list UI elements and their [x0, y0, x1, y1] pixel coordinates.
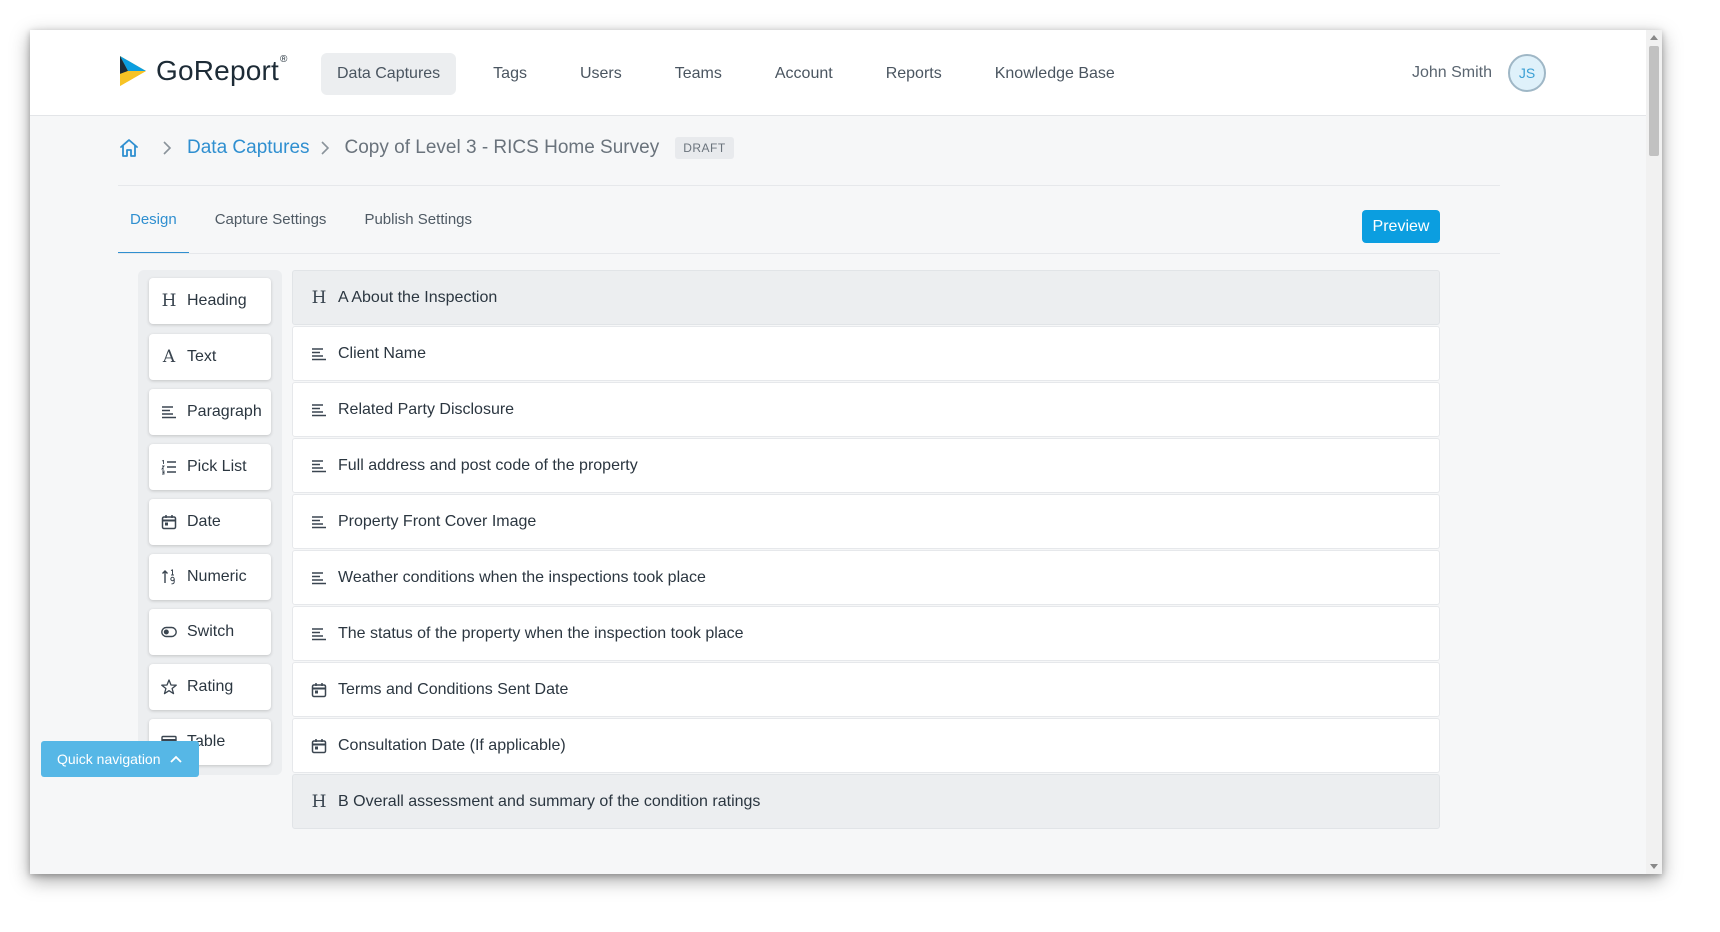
nav-tags[interactable]: Tags	[477, 53, 543, 95]
status-badge: DRAFT	[675, 137, 734, 159]
field-label: Property Front Cover Image	[338, 512, 537, 530]
main-nav: Data Captures Tags Users Teams Account R…	[321, 53, 1152, 95]
field-row[interactable]: Consultation Date (If applicable)	[292, 718, 1440, 773]
divider	[118, 253, 1500, 254]
palette-pick-list[interactable]: Pick List	[149, 444, 271, 490]
nav-reports[interactable]: Reports	[870, 53, 958, 95]
tab-publish-settings[interactable]: Publish Settings	[352, 198, 484, 254]
palette-label: Paragraph	[187, 403, 262, 420]
page-scrollbar[interactable]	[1646, 30, 1662, 874]
home-icon[interactable]	[118, 137, 140, 159]
nav-teams[interactable]: Teams	[659, 53, 738, 95]
scroll-thumb[interactable]	[1649, 46, 1659, 156]
field-label: Related Party Disclosure	[338, 400, 515, 418]
scroll-down-arrow-icon[interactable]	[1650, 864, 1658, 869]
paragraph-icon	[312, 627, 326, 640]
user-menu[interactable]: John Smith JS	[1412, 54, 1546, 92]
field-label: A About the Inspection	[338, 288, 498, 306]
numbered-list-icon	[161, 459, 176, 475]
field-row[interactable]: Client Name	[292, 326, 1440, 381]
heading-icon: H	[311, 791, 327, 812]
chevron-up-icon	[169, 755, 182, 763]
palette-label: Switch	[187, 623, 235, 640]
numeric-sort-icon	[162, 569, 175, 585]
field-row[interactable]: Full address and post code of the proper…	[292, 438, 1440, 493]
palette-label: Pick List	[187, 458, 247, 475]
paragraph-icon	[162, 406, 176, 419]
palette-numeric[interactable]: Numeric	[149, 554, 271, 600]
nav-account[interactable]: Account	[759, 53, 849, 95]
logo-registered-mark: ®	[280, 53, 288, 65]
calendar-icon	[311, 738, 327, 753]
field-label: The status of the property when the insp…	[338, 624, 744, 642]
palette-date[interactable]: Date	[149, 499, 271, 545]
palette-label: Date	[187, 513, 221, 530]
field-label: Full address and post code of the proper…	[338, 456, 638, 474]
nav-data-captures[interactable]: Data Captures	[321, 53, 457, 95]
chevron-right-icon	[163, 141, 172, 155]
field-row-heading[interactable]: H B Overall assessment and summary of th…	[292, 774, 1440, 829]
palette-rating[interactable]: Rating	[149, 664, 271, 710]
palette-label: Rating	[187, 678, 234, 695]
palette-heading[interactable]: H Heading	[149, 278, 271, 324]
field-row[interactable]: The status of the property when the insp…	[292, 606, 1440, 661]
field-row-heading[interactable]: H A About the Inspection	[292, 270, 1440, 325]
paragraph-icon	[312, 459, 326, 472]
field-label: Weather conditions when the inspections …	[338, 568, 706, 586]
field-row[interactable]: Property Front Cover Image	[292, 494, 1440, 549]
nav-knowledge-base[interactable]: Knowledge Base	[979, 53, 1131, 95]
quick-navigation-label: Quick navigation	[57, 751, 161, 767]
field-palette: H Heading A Text Paragraph Pick List Dat…	[138, 270, 282, 775]
paragraph-icon	[312, 403, 326, 416]
calendar-icon	[311, 682, 327, 697]
tab-design[interactable]: Design	[118, 198, 189, 254]
logo-text: GoReport	[156, 55, 279, 86]
chevron-right-icon	[320, 141, 329, 155]
palette-label: Heading	[187, 292, 247, 309]
field-row[interactable]: Weather conditions when the inspections …	[292, 550, 1440, 605]
scroll-up-arrow-icon[interactable]	[1650, 35, 1658, 40]
heading-icon: H	[311, 287, 327, 308]
app-window: GoReport ® Data Captures Tags Users Team…	[30, 30, 1662, 874]
star-icon	[161, 679, 177, 695]
field-row[interactable]: Related Party Disclosure	[292, 382, 1440, 437]
goreport-logo[interactable]: GoReport ®	[118, 54, 287, 88]
nav-users[interactable]: Users	[564, 53, 638, 95]
tab-capture-settings[interactable]: Capture Settings	[203, 198, 339, 254]
paragraph-icon	[312, 347, 326, 360]
palette-switch[interactable]: Switch	[149, 609, 271, 655]
heading-icon: H	[161, 291, 177, 311]
toggle-icon	[161, 626, 177, 638]
design-tabs: Design Capture Settings Publish Settings	[118, 198, 498, 254]
breadcrumb-data-captures[interactable]: Data Captures	[187, 137, 310, 159]
paragraph-icon	[312, 515, 326, 528]
palette-paragraph[interactable]: Paragraph	[149, 389, 271, 435]
palette-text[interactable]: A Text	[149, 334, 271, 380]
breadcrumb: Data Captures Copy of Level 3 - RICS Hom…	[118, 128, 734, 168]
top-navbar: GoReport ® Data Captures Tags Users Team…	[30, 30, 1646, 116]
text-icon: A	[162, 347, 176, 367]
breadcrumb-current: Copy of Level 3 - RICS Home Survey	[344, 137, 660, 158]
fields-list: H A About the Inspection Client Name Rel…	[292, 270, 1442, 874]
palette-label: Text	[187, 348, 217, 365]
divider	[118, 185, 1500, 186]
calendar-icon	[161, 515, 177, 530]
preview-button[interactable]: Preview	[1362, 210, 1440, 243]
user-name[interactable]: John Smith	[1412, 64, 1492, 82]
field-label: Terms and Conditions Sent Date	[338, 680, 569, 698]
field-row[interactable]: Terms and Conditions Sent Date	[292, 662, 1440, 717]
field-label: Client Name	[338, 344, 427, 362]
palette-label: Numeric	[187, 568, 247, 585]
paragraph-icon	[312, 571, 326, 584]
avatar[interactable]: JS	[1508, 54, 1546, 92]
field-label: Consultation Date (If applicable)	[338, 736, 566, 754]
quick-navigation-button[interactable]: Quick navigation	[41, 741, 199, 777]
goreport-logo-icon	[120, 56, 146, 86]
field-label: B Overall assessment and summary of the …	[338, 792, 761, 810]
